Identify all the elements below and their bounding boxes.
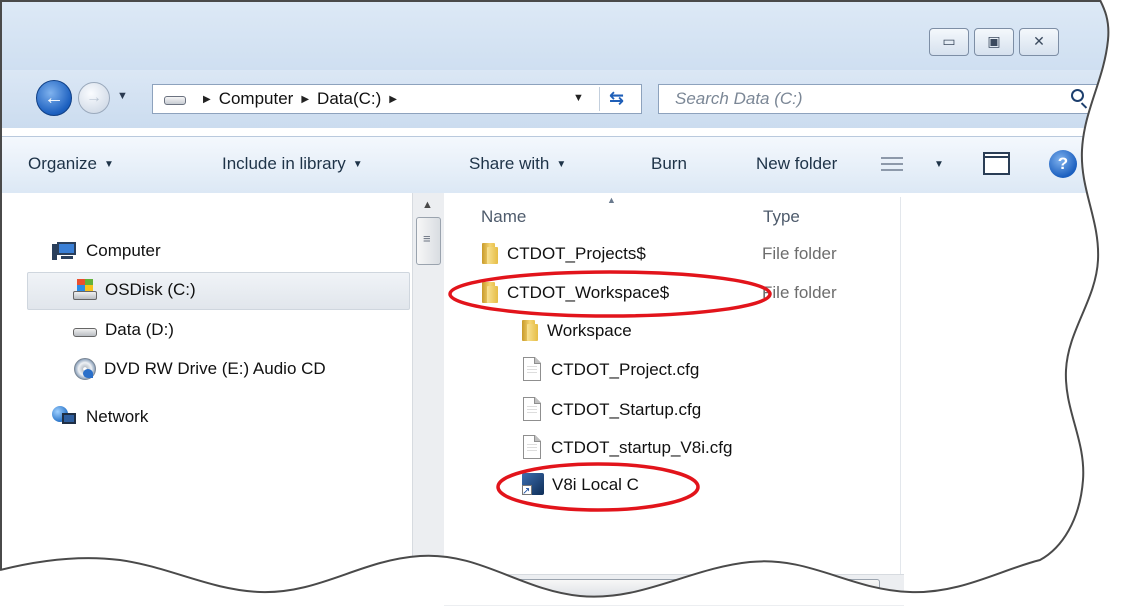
- scroll-left-icon[interactable]: ◀: [458, 581, 466, 594]
- minimize-button[interactable]: ▭: [929, 28, 969, 56]
- preview-pane-icon[interactable]: [983, 152, 1010, 175]
- breadcrumb-separator-icon[interactable]: ▶: [203, 94, 211, 105]
- breadcrumb: ▶ Computer ▶ Data(C:) ▶: [195, 89, 405, 109]
- list-item[interactable]: V8i Local C: [522, 473, 639, 497]
- network-icon: [52, 406, 78, 428]
- scrollbar-thumb[interactable]: [416, 217, 441, 265]
- sort-ascending-icon: ▲: [607, 195, 616, 205]
- share-with-label: Share with: [469, 154, 550, 173]
- scroll-down-icon[interactable]: ▼: [422, 575, 433, 587]
- include-in-library-button[interactable]: Include in library ▼: [222, 154, 363, 174]
- back-arrow-icon: ←: [44, 86, 64, 109]
- list-item-name: CTDOT_startup_V8i.cfg: [551, 438, 733, 457]
- list-item[interactable]: CTDOT_startup_V8i.cfg: [523, 435, 732, 459]
- nav-item-label: Data (D:): [105, 320, 174, 339]
- computer-icon: [52, 241, 78, 261]
- new-folder-label: New folder: [756, 154, 838, 173]
- refresh-icon[interactable]: ⇆: [609, 88, 624, 109]
- drive-icon: [73, 321, 97, 339]
- forward-button[interactable]: →: [78, 82, 110, 114]
- scroll-up-icon[interactable]: ▲: [422, 199, 433, 211]
- list-item[interactable]: CTDOT_Projects$: [482, 242, 646, 264]
- list-item-name: CTDOT_Project.cfg: [551, 360, 700, 379]
- list-item-name: CTDOT_Projects$: [507, 244, 646, 263]
- burn-button[interactable]: Burn: [651, 154, 687, 174]
- folder-icon: [482, 281, 498, 303]
- new-folder-button[interactable]: New folder: [756, 154, 837, 174]
- nav-item-network[interactable]: Network: [52, 406, 148, 428]
- list-item-name: CTDOT_Workspace$: [507, 283, 670, 302]
- list-item-name: Workspace: [547, 321, 632, 340]
- address-dropdown-icon[interactable]: ▼: [573, 92, 584, 104]
- view-dropdown-icon[interactable]: ▼: [934, 159, 944, 170]
- close-icon: ✕: [1033, 34, 1045, 50]
- column-divider: [900, 197, 901, 592]
- maximize-icon: ▣: [987, 34, 1001, 50]
- nav-pane-scrollbar[interactable]: ▲ ▼: [412, 193, 444, 605]
- share-with-button[interactable]: Share with ▼: [469, 154, 566, 174]
- breadcrumb-separator-icon[interactable]: ▶: [389, 94, 397, 105]
- chevron-down-icon: ▼: [352, 159, 363, 170]
- list-item[interactable]: CTDOT_Startup.cfg: [523, 397, 701, 421]
- nav-item-data-drive[interactable]: Data (D:): [73, 320, 174, 340]
- back-button[interactable]: ←: [36, 80, 72, 116]
- dvd-drive-icon: [74, 358, 96, 380]
- list-item-type: File folder: [762, 244, 837, 263]
- search-input[interactable]: Search Data (C:): [658, 84, 1104, 114]
- list-item[interactable]: CTDOT_Project.cfg: [523, 357, 699, 381]
- address-bar[interactable]: ▶ Computer ▶ Data(C:) ▶ ▼ ⇆: [152, 84, 642, 114]
- file-icon: [523, 435, 541, 459]
- folder-icon: [482, 242, 498, 264]
- scrollbar-thumb[interactable]: [480, 579, 880, 601]
- divider: [599, 87, 600, 111]
- recent-pages-dropdown[interactable]: ▼: [117, 90, 128, 102]
- minimize-icon: ▭: [942, 34, 956, 50]
- include-in-library-label: Include in library: [222, 154, 346, 173]
- os-drive-icon: [73, 279, 97, 301]
- nav-item-label: Network: [86, 407, 149, 426]
- list-item-name: V8i Local C: [552, 475, 639, 494]
- breadcrumb-separator-icon[interactable]: ▶: [301, 94, 309, 105]
- file-icon: [523, 357, 541, 381]
- breadcrumb-computer[interactable]: Computer: [219, 89, 294, 108]
- organize-label: Organize: [28, 154, 97, 173]
- list-item[interactable]: Workspace: [522, 319, 632, 341]
- change-view-icon[interactable]: [881, 156, 903, 172]
- nav-item-label: DVD RW Drive (E:) Audio CD: [104, 359, 326, 378]
- nav-item-osdisk[interactable]: OSDisk (C:): [73, 279, 196, 301]
- search-placeholder: Search Data (C:): [675, 89, 803, 108]
- chevron-down-icon: ▼: [103, 159, 114, 170]
- nav-item-computer[interactable]: Computer: [52, 241, 161, 261]
- list-item[interactable]: CTDOT_Workspace$: [482, 281, 669, 303]
- search-icon[interactable]: [1071, 89, 1084, 102]
- nav-item-label: Computer: [86, 241, 161, 260]
- file-icon: [523, 397, 541, 421]
- window-controls: ▭ ▣ ✕: [929, 28, 1059, 56]
- shortcut-icon: [522, 473, 544, 497]
- list-item-name: CTDOT_Startup.cfg: [551, 400, 702, 419]
- forward-arrow-icon: →: [86, 89, 102, 106]
- maximize-button[interactable]: ▣: [974, 28, 1014, 56]
- nav-item-dvd-drive[interactable]: DVD RW Drive (E:) Audio CD: [74, 358, 326, 380]
- list-item-type: File folder: [762, 283, 837, 302]
- column-header-type[interactable]: Type: [763, 207, 800, 227]
- folder-icon: [522, 319, 538, 341]
- drive-icon: [164, 96, 186, 105]
- close-button[interactable]: ✕: [1019, 28, 1059, 56]
- burn-label: Burn: [651, 154, 687, 173]
- column-header-name[interactable]: Name: [481, 207, 526, 227]
- chevron-down-icon: ▼: [556, 159, 567, 170]
- help-button[interactable]: ?: [1049, 150, 1077, 178]
- nav-item-label: OSDisk (C:): [105, 280, 196, 299]
- explorer-window: ▭ ▣ ✕ ← → ▼ ▶ Computer ▶ Data(C:) ▶ ▼ ⇆ Sear…: [0, 0, 1124, 606]
- organize-button[interactable]: Organize ▼: [28, 154, 114, 174]
- breadcrumb-data-drive[interactable]: Data(C:): [317, 89, 381, 108]
- file-list-horizontal-scrollbar[interactable]: ◀: [444, 574, 904, 606]
